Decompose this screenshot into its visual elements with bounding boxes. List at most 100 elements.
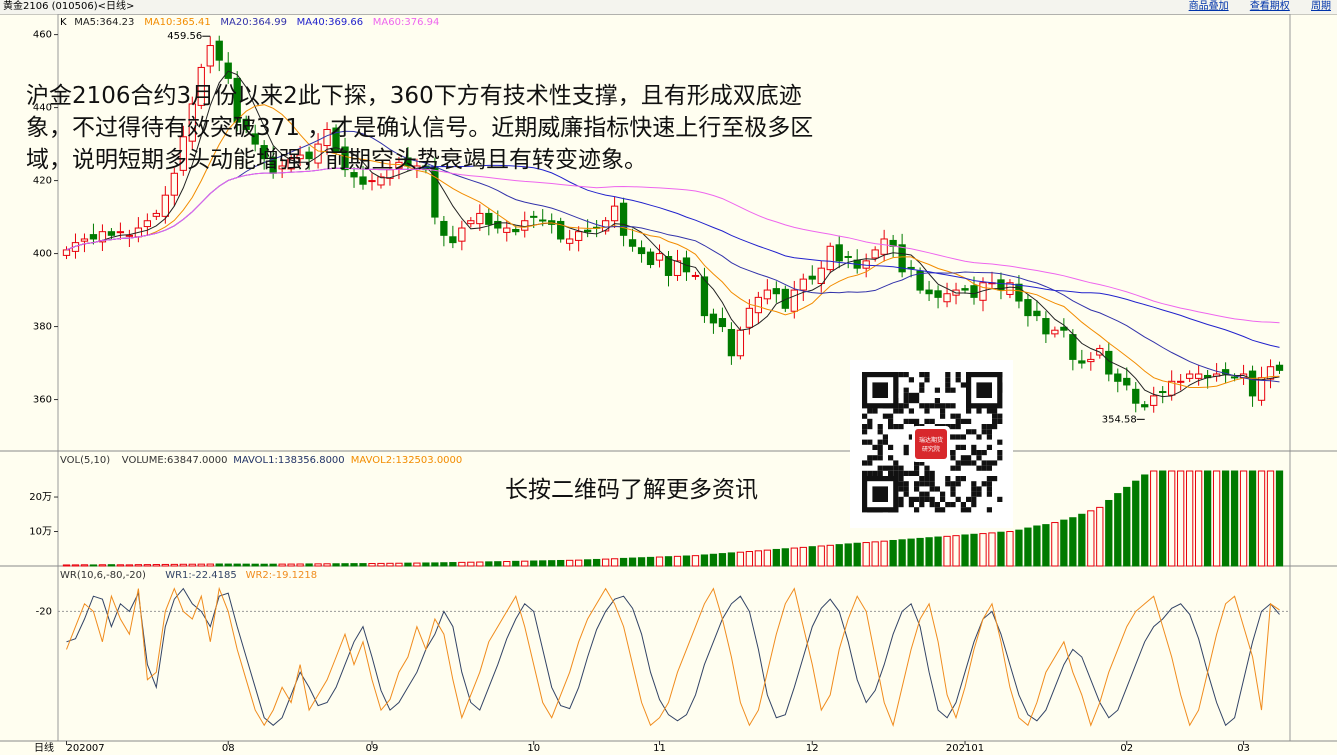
candle-body xyxy=(1042,318,1050,335)
qr-logo-text: 瑞达期货 xyxy=(919,436,943,444)
qr-module xyxy=(940,413,946,419)
vol-tick-label: 10万 xyxy=(29,527,52,538)
volume-bar xyxy=(71,564,80,567)
y-tick-label: 380 xyxy=(33,322,52,333)
qr-module xyxy=(898,408,904,414)
legend-ma60: MA60:376.94 xyxy=(373,17,440,28)
candle-body xyxy=(790,289,798,312)
qr-module xyxy=(914,418,920,424)
qr-module xyxy=(950,465,956,471)
period-link[interactable]: 周期 xyxy=(1311,1,1331,12)
qr-module xyxy=(898,476,904,482)
qr-module xyxy=(929,403,935,409)
volume-bar xyxy=(323,563,331,567)
qr-module xyxy=(898,424,904,430)
qr-module xyxy=(893,465,899,471)
qr-module xyxy=(934,502,940,508)
volume-bar xyxy=(826,544,834,567)
qr-module xyxy=(971,450,977,456)
view-options-link[interactable]: 查看期权 xyxy=(1250,1,1290,12)
qr-module xyxy=(940,408,946,414)
qr-module xyxy=(903,398,909,404)
qr-module xyxy=(877,429,883,435)
qr-module xyxy=(872,444,878,450)
candle-body xyxy=(1069,334,1077,360)
volume-bar xyxy=(772,548,780,567)
candle-body xyxy=(359,176,367,185)
volume-bar xyxy=(539,560,547,567)
volume-bar xyxy=(422,562,430,567)
qr-module xyxy=(981,460,987,466)
volume-bar xyxy=(916,537,924,567)
qr-module xyxy=(960,418,966,424)
qr-module xyxy=(992,460,998,466)
vol-legend-title: VOL(5,10) xyxy=(60,455,110,466)
qr-finder xyxy=(872,382,888,398)
volume-bar xyxy=(709,553,718,567)
qr-module xyxy=(945,476,951,482)
qr-module xyxy=(924,372,930,378)
candle-body xyxy=(727,328,736,357)
qr-code[interactable]: 瑞达期货 研究院 xyxy=(850,360,1013,528)
candle-body xyxy=(709,313,718,324)
volume-bar xyxy=(1141,474,1149,567)
qr-module xyxy=(981,450,987,456)
qr-module xyxy=(955,434,961,440)
qr-module xyxy=(976,455,982,461)
candle-body xyxy=(116,231,125,234)
volume-bar xyxy=(314,563,322,567)
volume-bar xyxy=(799,546,807,567)
qr-module xyxy=(997,496,1003,502)
qr-module xyxy=(924,481,930,487)
volume-bar xyxy=(485,561,493,567)
qr-module xyxy=(924,377,930,383)
volume-bar xyxy=(413,562,421,567)
qr-module xyxy=(862,424,868,430)
qr-module xyxy=(945,502,951,508)
candle-body xyxy=(799,278,807,291)
qr-module xyxy=(914,392,920,398)
volume-bar xyxy=(1212,470,1221,567)
legend-ma40: MA40:369.66 xyxy=(297,17,364,28)
qr-finder xyxy=(872,486,888,502)
qr-module xyxy=(903,450,909,456)
qr-module xyxy=(950,450,956,456)
qr-module xyxy=(924,465,930,471)
volume-bar xyxy=(1257,470,1266,567)
candle-body xyxy=(80,238,89,242)
legend-ma5: MA5:364.23 xyxy=(74,17,134,28)
qr-module xyxy=(914,507,920,513)
x-tick-label: 02 xyxy=(1120,743,1133,754)
ma60-line xyxy=(66,167,1280,324)
candle-body xyxy=(601,220,610,232)
wr-legend-wr1: WR1:-22.4185 xyxy=(165,570,237,581)
qr-module xyxy=(971,491,977,497)
volume-bar xyxy=(835,544,843,567)
qr-module xyxy=(955,496,961,502)
qr-module xyxy=(867,460,873,466)
candle-body xyxy=(583,229,592,233)
vol-tick-label: 20万 xyxy=(29,492,52,503)
qr-module xyxy=(997,413,1003,419)
qr-module xyxy=(955,418,961,424)
candle-body xyxy=(539,219,547,222)
volume-bar xyxy=(152,564,160,567)
volume-bar xyxy=(1006,531,1014,567)
qr-module xyxy=(940,491,946,497)
volume-bar xyxy=(251,563,259,567)
qr-module xyxy=(867,439,873,445)
qr-module xyxy=(934,398,940,404)
volume-bar xyxy=(269,563,277,567)
legend-k: K xyxy=(60,17,67,28)
qr-module xyxy=(888,424,894,430)
qr-module xyxy=(919,382,925,388)
volume-bar xyxy=(844,543,852,567)
volume-bar xyxy=(224,563,232,567)
candle-body xyxy=(907,266,915,269)
wr-legend-wr2: WR2:-19.1218 xyxy=(246,570,318,581)
candle-body xyxy=(1257,377,1266,401)
volume-bar xyxy=(215,563,223,567)
legend-ma10: MA10:365.41 xyxy=(144,17,211,28)
qr-module xyxy=(862,439,868,445)
overlay-products-link[interactable]: 商品叠加 xyxy=(1189,1,1229,12)
